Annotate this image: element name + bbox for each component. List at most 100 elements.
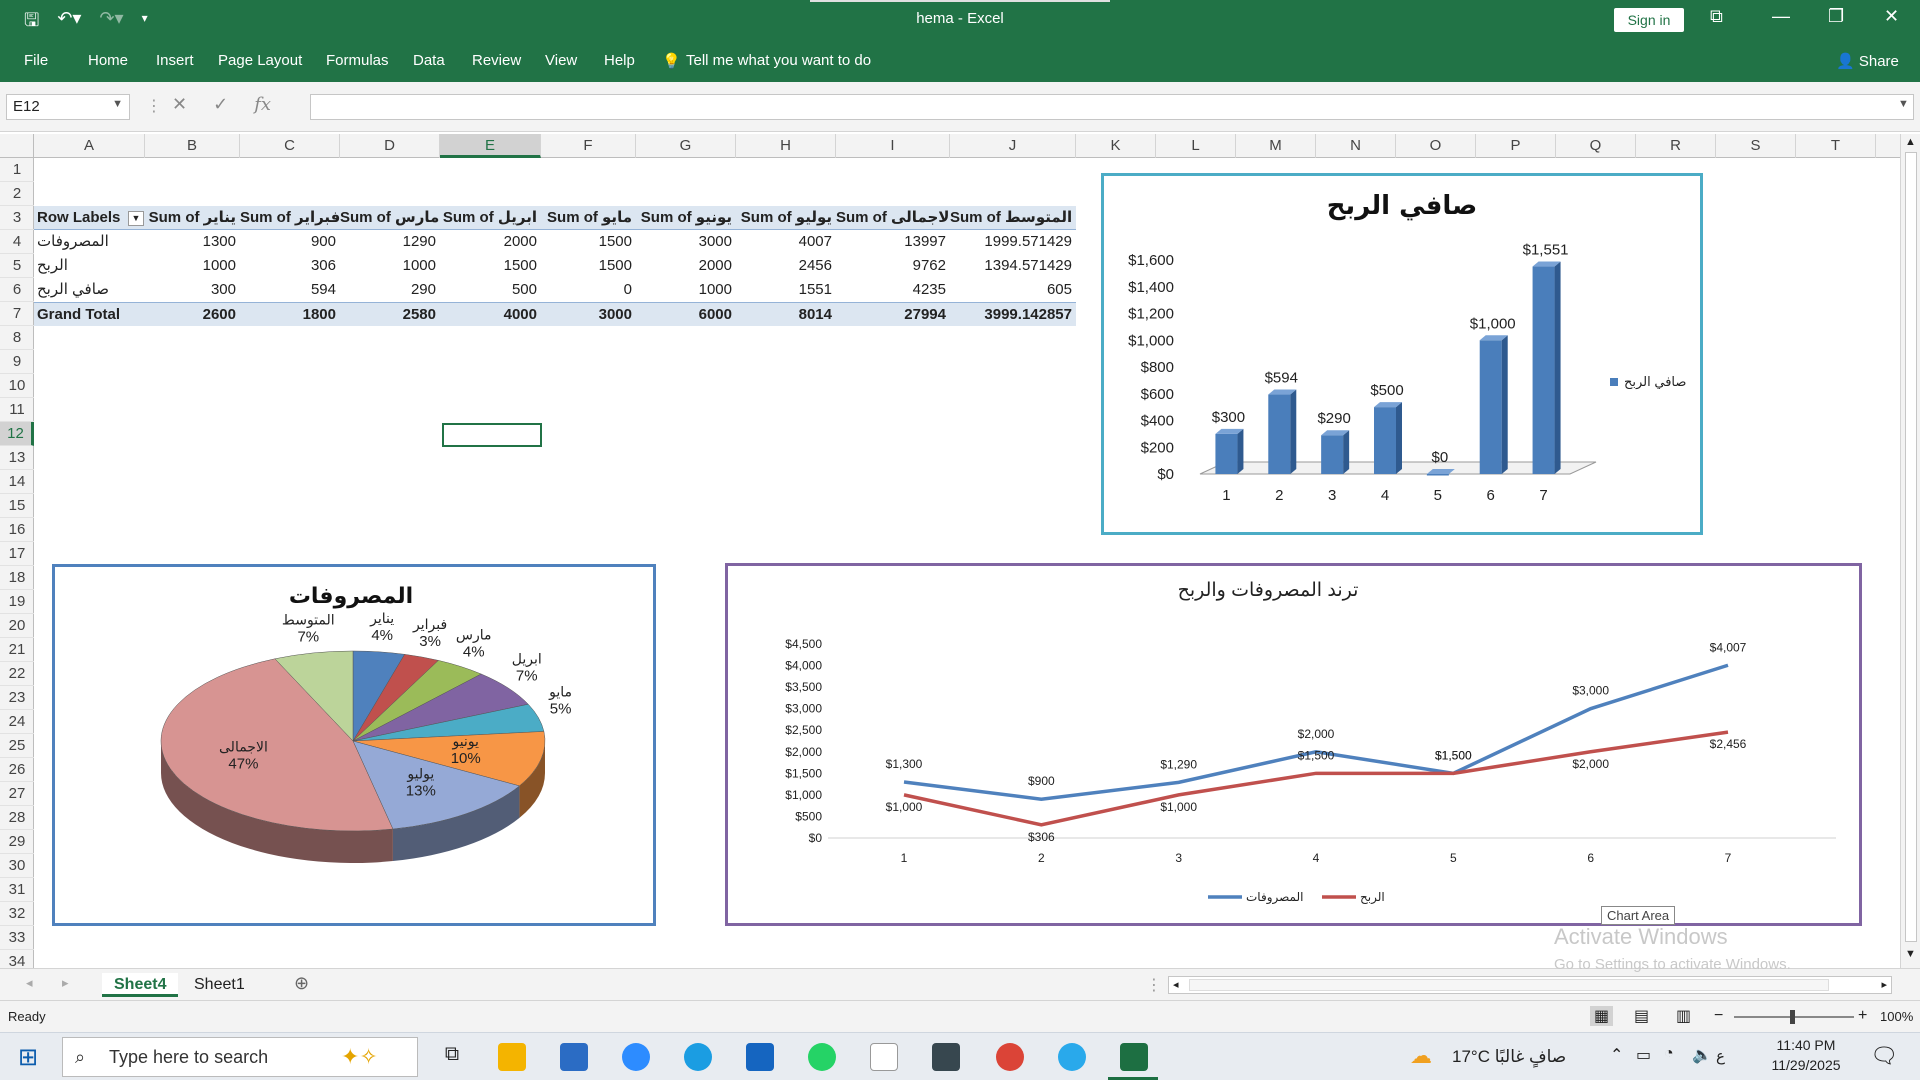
row-header-6[interactable]: 6 <box>0 278 34 302</box>
pivot-header-3[interactable]: Sum of مارس <box>340 206 440 230</box>
maximize-icon[interactable]: ❐ <box>1828 6 1844 27</box>
pivot-cell-r1-6[interactable]: 2000 <box>636 254 736 278</box>
vertical-scroll-thumb[interactable] <box>1905 152 1917 942</box>
name-box[interactable]: E12 ▼ <box>6 94 130 120</box>
outlook-icon[interactable] <box>746 1043 774 1071</box>
pivot-cell-r0-7[interactable]: 4007 <box>736 230 836 254</box>
pivot-cell-r1-0[interactable]: الربح <box>34 254 145 278</box>
scroll-left-icon[interactable]: ◂ <box>1173 978 1179 991</box>
sheet-tab-sheet4[interactable]: Sheet4 <box>102 973 179 997</box>
pivot-header-9[interactable]: Sum of المتوسط <box>950 206 1076 230</box>
pivot-cell-r2-0[interactable]: صافي الربح <box>34 278 145 302</box>
pivot-total-3[interactable]: 2580 <box>340 302 440 326</box>
pivot-cell-r1-4[interactable]: 1500 <box>440 254 541 278</box>
tab-split-handle[interactable]: ⋮ <box>1146 975 1162 995</box>
row-header-31[interactable]: 31 <box>0 878 34 902</box>
tab-home[interactable]: Home <box>88 52 128 69</box>
pivot-cell-r1-1[interactable]: 1000 <box>145 254 240 278</box>
chart-net-profit[interactable]: صافي الربح $0 $200 $400 $600 $800 $1,000 $1,200… <box>1101 173 1703 535</box>
expand-formula-icon[interactable]: ▼ <box>1898 98 1909 110</box>
close-icon[interactable]: ✕ <box>1884 6 1899 27</box>
app-icon[interactable] <box>932 1043 960 1071</box>
column-header-m[interactable]: M <box>1236 134 1316 158</box>
taskbar-search-box[interactable]: ⌕ Type here to search ✦✧ <box>62 1037 418 1077</box>
row-header-9[interactable]: 9 <box>0 350 34 374</box>
column-header-h[interactable]: H <box>736 134 836 158</box>
row-header-27[interactable]: 27 <box>0 782 34 806</box>
pivot-cell-r2-1[interactable]: 300 <box>145 278 240 302</box>
pivot-cell-r0-3[interactable]: 1290 <box>340 230 440 254</box>
tray-chevron-icon[interactable]: ⌃ <box>1610 1045 1623 1065</box>
sign-in-button[interactable]: Sign in <box>1614 8 1684 32</box>
minimize-icon[interactable]: — <box>1772 6 1790 27</box>
pivot-cell-r0-6[interactable]: 3000 <box>636 230 736 254</box>
volume-icon[interactable]: 🔈 <box>1692 1045 1712 1065</box>
pivot-cell-r2-5[interactable]: 0 <box>541 278 636 302</box>
file-explorer-icon[interactable] <box>498 1043 526 1071</box>
pivot-cell-r0-5[interactable]: 1500 <box>541 230 636 254</box>
row-header-17[interactable]: 17 <box>0 542 34 566</box>
column-header-r[interactable]: R <box>1636 134 1716 158</box>
row-header-11[interactable]: 11 <box>0 398 34 422</box>
pivot-header-1[interactable]: Sum of يناير <box>145 206 240 230</box>
row-header-1[interactable]: 1 <box>0 158 34 182</box>
pivot-cell-r2-3[interactable]: 290 <box>340 278 440 302</box>
row-header-33[interactable]: 33 <box>0 926 34 950</box>
pivot-header-4[interactable]: Sum of ابريل <box>440 206 541 230</box>
row-header-23[interactable]: 23 <box>0 686 34 710</box>
telegram-icon[interactable] <box>1058 1043 1086 1071</box>
zoom-slider-thumb[interactable] <box>1790 1010 1795 1024</box>
row-header-29[interactable]: 29 <box>0 830 34 854</box>
column-header-o[interactable]: O <box>1396 134 1476 158</box>
insert-function-icon[interactable]: fx <box>254 94 271 115</box>
pivot-cell-r1-7[interactable]: 2456 <box>736 254 836 278</box>
pivot-cell-r0-4[interactable]: 2000 <box>440 230 541 254</box>
chart-expenses-pie[interactable]: المصروفات يناير 4% فبراير 3% مارس 4% ابريل 7% ماي… <box>52 564 656 926</box>
zoom-level[interactable]: 100% <box>1880 1009 1913 1024</box>
column-header-k[interactable]: K <box>1076 134 1156 158</box>
row-header-15[interactable]: 15 <box>0 494 34 518</box>
store-icon[interactable] <box>560 1043 588 1071</box>
taskbar-date[interactable]: 11/29/2025 <box>1766 1057 1846 1073</box>
wifi-icon[interactable]: ◔ <box>1664 1045 1674 1063</box>
pivot-cell-r0-1[interactable]: 1300 <box>145 230 240 254</box>
row-header-13[interactable]: 13 <box>0 446 34 470</box>
tab-data[interactable]: Data <box>413 52 445 69</box>
pivot-cell-r2-6[interactable]: 1000 <box>636 278 736 302</box>
pivot-total-2[interactable]: 1800 <box>240 302 340 326</box>
row-header-19[interactable]: 19 <box>0 590 34 614</box>
row-header-7[interactable]: 7 <box>0 302 34 326</box>
scroll-up-icon[interactable]: ▲ <box>1905 136 1916 148</box>
column-header-b[interactable]: B <box>145 134 240 158</box>
page-layout-view-icon[interactable]: ▤ <box>1634 1006 1649 1026</box>
chrome-icon[interactable] <box>996 1043 1024 1071</box>
row-header-8[interactable]: 8 <box>0 326 34 350</box>
row-header-5[interactable]: 5 <box>0 254 34 278</box>
whiteboard-icon[interactable] <box>870 1043 898 1071</box>
row-header-26[interactable]: 26 <box>0 758 34 782</box>
column-header-t[interactable]: T <box>1796 134 1876 158</box>
zoom-in-icon[interactable]: + <box>1858 1007 1867 1025</box>
pivot-cell-r1-2[interactable]: 306 <box>240 254 340 278</box>
pivot-header-7[interactable]: Sum of يوليو <box>736 206 836 230</box>
pivot-cell-r0-8[interactable]: 13997 <box>836 230 950 254</box>
column-header-s[interactable]: S <box>1716 134 1796 158</box>
formula-input[interactable] <box>310 94 1914 120</box>
sheet-tab-sheet1[interactable]: Sheet1 <box>182 973 257 997</box>
pivot-header-8[interactable]: Sum of الاجمالى <box>836 206 950 230</box>
pivot-cell-r2-8[interactable]: 4235 <box>836 278 950 302</box>
task-view-icon[interactable]: ⧉ <box>438 1043 466 1071</box>
edge-icon[interactable] <box>684 1043 712 1071</box>
row-header-24[interactable]: 24 <box>0 710 34 734</box>
tab-insert[interactable]: Insert <box>156 52 194 69</box>
ribbon-display-icon[interactable]: ⧉ <box>1710 6 1723 27</box>
pivot-cell-r1-3[interactable]: 1000 <box>340 254 440 278</box>
tab-view[interactable]: View <box>545 52 577 69</box>
row-header-4[interactable]: 4 <box>0 230 34 254</box>
scroll-right-icon[interactable]: ▸ <box>1881 978 1887 991</box>
next-sheet-icon[interactable]: ▸ <box>62 975 69 991</box>
zoom-out-icon[interactable]: − <box>1714 1007 1723 1025</box>
column-header-i[interactable]: I <box>836 134 950 158</box>
tell-me-search[interactable]: Tell me what you want to do <box>686 52 871 69</box>
row-header-3[interactable]: 3 <box>0 206 34 230</box>
